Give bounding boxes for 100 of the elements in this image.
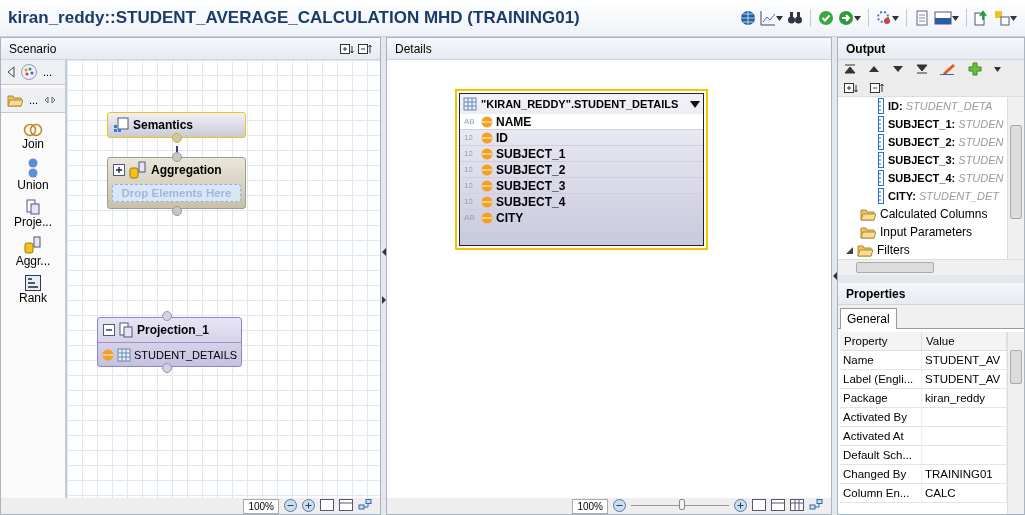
property-name: Label (Engli...	[840, 370, 922, 389]
folder-icon	[857, 243, 873, 257]
palette-menu[interactable]: ...	[43, 66, 53, 78]
palette-tool[interactable]: Proje...	[14, 215, 52, 229]
collapse-arrow-icon[interactable]	[832, 272, 837, 280]
zoom-in-icon[interactable]	[302, 499, 315, 512]
swap-icon[interactable]	[44, 95, 57, 105]
properties-tab[interactable]: General	[840, 308, 897, 329]
connection-port[interactable]	[162, 311, 172, 321]
expand-arrow-icon[interactable]	[381, 296, 386, 304]
caret-icon[interactable]	[776, 15, 783, 21]
move-top-icon[interactable]	[844, 64, 856, 74]
expand-all-icon[interactable]	[340, 42, 354, 55]
collapse-icon[interactable]	[103, 324, 115, 336]
column-icon	[878, 134, 884, 150]
palette-tool[interactable]: Join	[22, 137, 44, 151]
collapse-all-icon[interactable]	[358, 42, 372, 55]
binoculars-icon[interactable]	[787, 10, 803, 26]
panel-title: Scenario	[9, 41, 58, 56]
table-column-row[interactable]: AB NAME	[460, 114, 703, 130]
move-bottom-icon[interactable]	[916, 64, 928, 74]
palette-tool[interactable]: Aggr...	[15, 254, 51, 268]
type-label: 12	[464, 133, 474, 142]
tree-folder[interactable]: Input Parameters	[880, 225, 973, 239]
tree-folder[interactable]: Filters	[877, 243, 910, 257]
zoom-out-icon[interactable]	[284, 499, 297, 512]
zoom-field[interactable]: 100%	[572, 499, 608, 514]
column-icon	[878, 170, 884, 186]
folder-icon	[7, 93, 23, 107]
zoom-field[interactable]: 100%	[243, 499, 279, 514]
table-column-row[interactable]: 12 ID	[460, 130, 703, 146]
diagram-node[interactable]: Semantics	[107, 112, 246, 138]
diagram-node[interactable]: Projection_1 STUDENT_DETAILS	[97, 317, 243, 367]
layout-icon[interactable]	[339, 499, 353, 511]
back-icon[interactable]	[7, 66, 15, 78]
layout-icon[interactable]	[771, 499, 785, 511]
connection-port[interactable]	[162, 363, 172, 373]
zoom-in-icon[interactable]	[734, 499, 747, 512]
output-column[interactable]: ID: STUDENT_DETA	[888, 100, 993, 112]
output-column[interactable]: SUBJECT_2: STUDEN	[888, 136, 1004, 148]
plus-icon[interactable]	[968, 62, 982, 76]
type-label: 12	[464, 165, 474, 174]
expander-icon[interactable]	[846, 246, 853, 254]
output-column[interactable]: SUBJECT_3: STUDEN	[888, 154, 1004, 166]
table-node[interactable]: "KIRAN_REDDY".STUDENT_DETAILS AB NAME 12 ID 12 SUBJECT_1 12 SUBJECT_2 12 SUBJECT_3 12 SUBJECT_4 AB CITY	[455, 89, 708, 250]
palette-tool[interactable]: Union	[17, 178, 49, 192]
collapse-arrow-icon[interactable]	[381, 248, 386, 256]
chart-icon[interactable]	[760, 10, 776, 26]
vertical-scrollbar[interactable]	[1007, 332, 1024, 514]
caret-icon[interactable]	[892, 15, 899, 21]
vertical-scrollbar[interactable]	[1007, 97, 1024, 259]
expand-all-icon[interactable]	[844, 82, 858, 94]
horizontal-scrollbar[interactable]	[838, 259, 1024, 275]
rank-icon	[25, 275, 41, 291]
output-column[interactable]: CITY: STUDENT_DET	[888, 190, 1000, 202]
output-column[interactable]: SUBJECT_1: STUDEN	[888, 118, 1004, 130]
palette-tool[interactable]: Rank	[19, 291, 47, 305]
caret-icon[interactable]	[994, 66, 1001, 72]
property-name: Package	[840, 389, 922, 408]
type-label: 12	[464, 149, 474, 158]
fit-icon[interactable]	[320, 499, 334, 511]
run-icon[interactable]	[838, 10, 854, 26]
table-column-row[interactable]: 12 SUBJECT_1	[460, 146, 703, 162]
table-column-row[interactable]: 12 SUBJECT_4	[460, 194, 703, 210]
column-icon	[878, 98, 884, 114]
tree-folder[interactable]: Calculated Columns	[880, 207, 988, 221]
move-down-icon[interactable]	[892, 64, 904, 74]
caret-icon[interactable]	[952, 15, 959, 21]
zoom-slider[interactable]	[631, 499, 729, 511]
globe-icon[interactable]	[740, 10, 756, 26]
output-column[interactable]: SUBJECT_4: STUDEN	[888, 172, 1004, 184]
expand-icon[interactable]	[113, 164, 125, 176]
panel-title: Properties	[846, 286, 907, 301]
table-column-row[interactable]: 12 SUBJECT_3	[460, 178, 703, 194]
diagram-node[interactable]: Aggregation Drop Elements Here	[107, 157, 246, 209]
column-name: SUBJECT_2	[496, 162, 566, 177]
column-header[interactable]: Value	[922, 332, 1007, 351]
table-column-row[interactable]: AB CITY	[460, 210, 703, 226]
property-name: Changed By	[840, 465, 922, 484]
check-icon[interactable]	[818, 10, 834, 26]
column-name: CITY	[496, 210, 524, 225]
connection-port[interactable]	[172, 206, 182, 216]
collapse-all-icon[interactable]	[870, 82, 884, 94]
table-column-row[interactable]: 12 SUBJECT_2	[460, 162, 703, 178]
zoom-out-icon[interactable]	[613, 499, 626, 512]
grid-icon[interactable]	[790, 499, 804, 511]
pencil-icon[interactable]	[940, 63, 956, 75]
folder-menu[interactable]: ...	[29, 94, 39, 106]
caret-icon[interactable]	[1010, 15, 1017, 21]
export-icon[interactable]	[974, 10, 990, 26]
palette-icon[interactable]	[21, 64, 37, 80]
caret-icon[interactable]	[690, 100, 700, 108]
tree-layout-icon[interactable]	[358, 499, 372, 511]
caret-icon[interactable]	[854, 15, 861, 21]
move-up-icon[interactable]	[868, 64, 880, 74]
fit-icon[interactable]	[752, 499, 766, 511]
type-label: 12	[464, 197, 474, 206]
column-header[interactable]: Property	[840, 332, 922, 351]
panel-title: Output	[846, 41, 887, 56]
tree-layout-icon[interactable]	[809, 499, 823, 511]
